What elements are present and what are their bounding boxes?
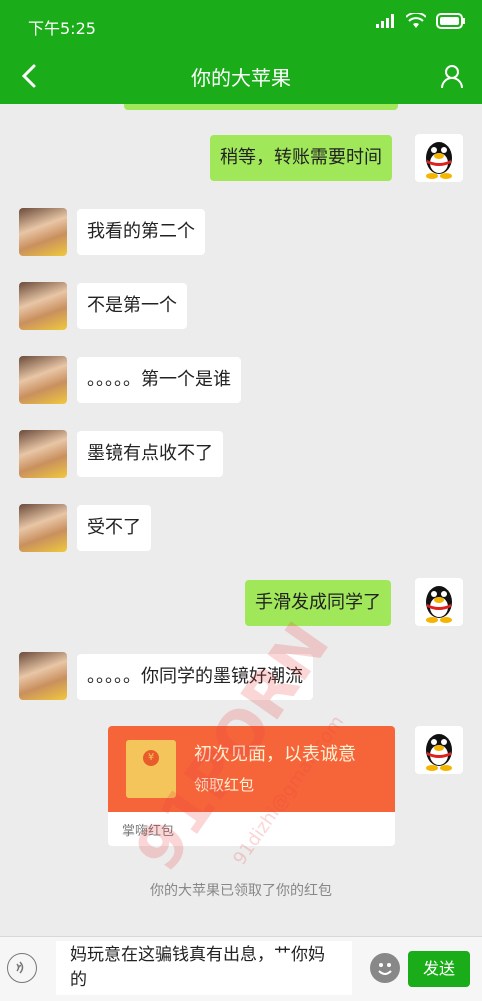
message-bubble-outgoing[interactable]: 稍等，转账需要时间	[210, 135, 392, 181]
message-bubble-incoming[interactable]: 墨镜有点收不了	[77, 431, 223, 477]
message-bubble-incoming[interactable]: 。。。。。你同学的墨镜好潮流	[77, 654, 313, 700]
chat-title: 你的大苹果	[191, 66, 291, 90]
contact-avatar[interactable]	[19, 208, 67, 256]
message-bubble-outgoing[interactable]: 手滑发成同学了	[245, 580, 391, 626]
contact-avatar[interactable]	[19, 652, 67, 700]
contact-avatar[interactable]	[19, 430, 67, 478]
message-bubble-incoming[interactable]: 。。。。。第一个是谁	[77, 357, 241, 403]
status-bar: 下午5:25	[0, 0, 482, 48]
red-packet-footer: 掌嗨红包	[122, 824, 175, 839]
contact-avatar[interactable]	[19, 356, 67, 404]
penguin-avatar-icon	[426, 142, 452, 179]
signal-icon	[376, 14, 394, 28]
my-avatar[interactable]	[415, 578, 463, 626]
chat-history[interactable]: 稍等，转账需要时间 我看的第二个 不是第一个 。。。。。第一个是谁 墨镜有点收不…	[0, 104, 482, 936]
penguin-avatar-icon	[426, 734, 452, 771]
voice-wave-icon	[16, 961, 24, 974]
status-time: 下午5:25	[28, 19, 96, 38]
my-avatar[interactable]	[415, 726, 463, 774]
system-notice: 你的大苹果已领取了你的红包	[150, 883, 332, 899]
red-packet-greeting: 初次见面，以表诚意	[194, 744, 356, 765]
chat-title-bar: 你的大苹果	[0, 48, 482, 104]
emoji-icon[interactable]	[370, 953, 400, 983]
contact-avatar[interactable]	[19, 504, 67, 552]
message-text-input[interactable]: 妈玩意在这骗钱真有出息，艹你妈的	[56, 941, 352, 995]
voice-input-icon[interactable]	[7, 953, 37, 983]
message-bubble-incoming[interactable]: 受不了	[77, 505, 151, 551]
yuan-coin-icon: ¥	[143, 750, 159, 766]
status-icons	[376, 13, 466, 29]
my-avatar[interactable]	[415, 134, 463, 182]
red-packet-body: ¥ 初次见面，以表诚意 领取红包	[108, 726, 395, 812]
red-envelope-icon: ¥	[126, 740, 176, 798]
message-bubble-incoming[interactable]: 不是第一个	[77, 283, 187, 329]
red-packet-card[interactable]: ¥ 初次见面，以表诚意 领取红包 掌嗨红包	[108, 726, 395, 846]
penguin-avatar-icon	[426, 586, 452, 623]
red-packet-action: 领取红包	[194, 776, 255, 794]
smiley-face-icon	[378, 963, 392, 975]
battery-icon	[436, 13, 465, 29]
message-input-bar: 妈玩意在这骗钱真有出息，艹你妈的 发送	[0, 936, 482, 1001]
previous-message-bubble-edge	[124, 104, 398, 110]
message-bubble-incoming[interactable]: 我看的第二个	[77, 209, 205, 255]
contact-avatar[interactable]	[19, 282, 67, 330]
contact-profile-icon[interactable]	[438, 62, 466, 90]
send-button[interactable]: 发送	[408, 951, 470, 987]
wifi-icon	[406, 13, 426, 28]
